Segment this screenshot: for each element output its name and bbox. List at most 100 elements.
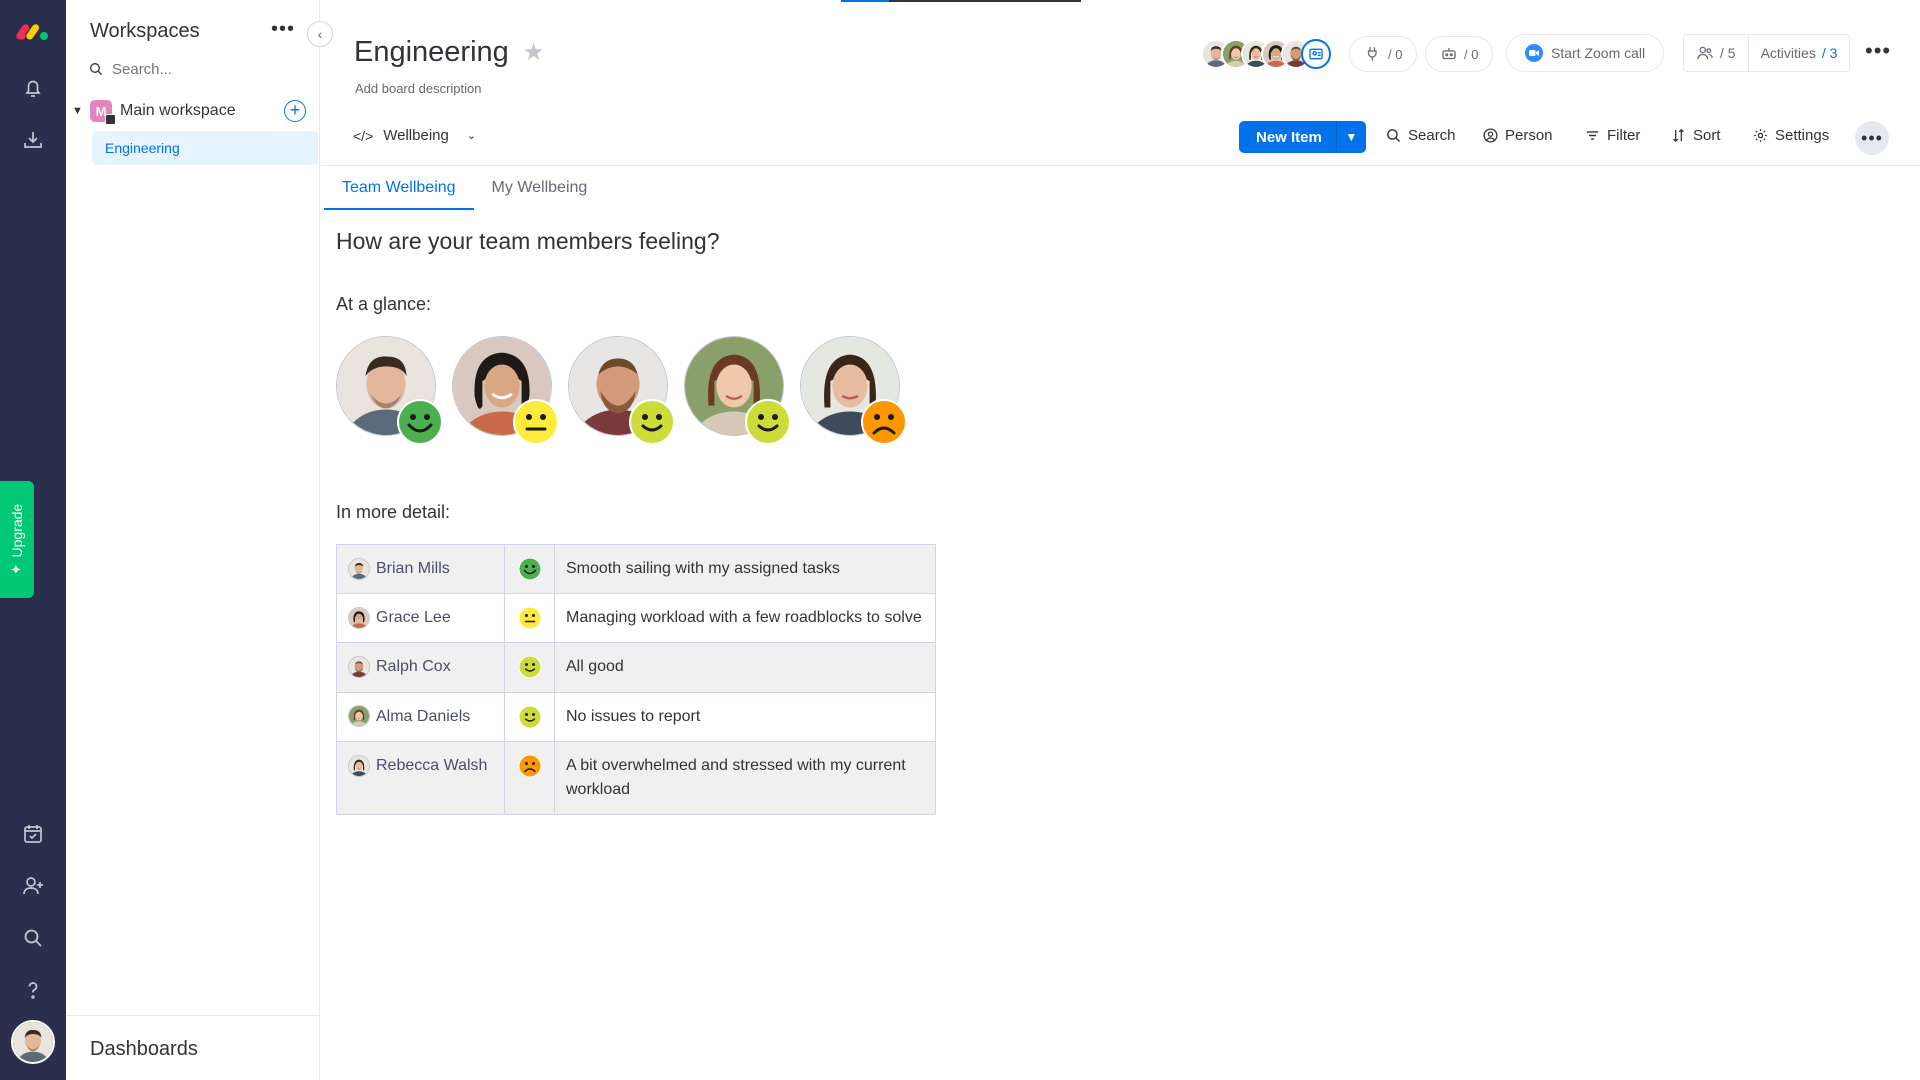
glance-member-alma-daniels[interactable] xyxy=(684,336,784,436)
my-work-calendar-icon[interactable] xyxy=(17,818,49,850)
person-cell[interactable]: Alma Daniels xyxy=(336,691,505,742)
invite-members-icon[interactable] xyxy=(17,870,49,902)
person-cell[interactable]: Ralph Cox xyxy=(336,642,505,693)
board-title-row: Engineering ★ xyxy=(354,36,544,69)
content-face-icon xyxy=(518,705,542,729)
person-name: Rebecca Walsh xyxy=(376,756,488,774)
help-icon[interactable] xyxy=(17,974,49,1006)
settings-button[interactable]: Settings xyxy=(1752,127,1829,144)
current-user-avatar[interactable] xyxy=(11,1020,55,1064)
mood-cell xyxy=(504,740,555,815)
person-cell[interactable]: Rebecca Walsh xyxy=(336,740,505,815)
board-item-engineering[interactable]: Engineering xyxy=(92,131,318,165)
notifications-bell-icon[interactable] xyxy=(17,72,49,104)
upgrade-button[interactable]: ✦ Upgrade xyxy=(0,481,34,598)
happy-face-icon xyxy=(518,557,542,581)
main-workspace-selector[interactable]: ▼ M Main workspace + xyxy=(72,98,312,125)
table-row: Rebecca Walsh A bit overwhelmed and stre… xyxy=(336,740,936,815)
activities-count: / 3 xyxy=(1821,45,1838,61)
at-a-glance-label: At a glance: xyxy=(336,294,432,314)
search-button[interactable]: Search xyxy=(1385,127,1456,144)
favorite-star-icon[interactable]: ★ xyxy=(523,38,545,67)
tab-team-wellbeing[interactable]: Team Wellbeing xyxy=(324,166,474,210)
zoom-camera-icon xyxy=(1525,44,1543,62)
start-zoom-call-button[interactable]: Start Zoom call xyxy=(1506,34,1665,72)
board-more-options-icon[interactable]: ••• xyxy=(1865,38,1891,64)
table-row: Grace Lee Managing workload with a few r… xyxy=(336,593,936,644)
integrations-count: / 0 xyxy=(1388,46,1403,62)
sparkle-icon: ✦ xyxy=(8,563,25,576)
members-count: / 5 xyxy=(1720,45,1736,61)
workspace-badge: M xyxy=(90,100,116,125)
monday-logo-icon[interactable] xyxy=(16,20,50,44)
sort-label: Sort xyxy=(1693,127,1721,144)
board-main: Engineering ★ Add board description / 0 … xyxy=(321,0,1920,1080)
workspace-options-icon[interactable]: ••• xyxy=(271,18,295,41)
message-cell: All good xyxy=(554,642,936,693)
new-item-label: New Item xyxy=(1256,128,1322,146)
toolbar-more-options-icon[interactable]: ••• xyxy=(1855,121,1889,155)
person-cell[interactable]: Grace Lee xyxy=(336,593,505,644)
filter-button[interactable]: Filter xyxy=(1584,127,1640,144)
table-row: Ralph Cox All good xyxy=(336,642,936,693)
sort-button[interactable]: Sort xyxy=(1670,127,1721,144)
person-name: Ralph Cox xyxy=(376,658,451,676)
left-rail: ✦ Upgrade xyxy=(0,0,66,1080)
members-activities-box[interactable]: / 5 Activities / 3 xyxy=(1683,34,1851,72)
avatar xyxy=(348,607,370,629)
search-label: Search xyxy=(1408,127,1456,144)
tab-my-wellbeing[interactable]: My Wellbeing xyxy=(474,166,606,210)
message-cell: Managing workload with a few roadblocks … xyxy=(554,593,936,644)
dashboards-section[interactable]: Dashboards xyxy=(66,1015,320,1080)
upgrade-label: Upgrade xyxy=(9,503,25,558)
person-circle-icon xyxy=(1483,128,1498,143)
sad-face-icon xyxy=(518,754,542,778)
automations-pill[interactable]: / 0 xyxy=(1425,36,1494,72)
code-embed-icon: </> xyxy=(353,127,374,144)
view-tabs: Team Wellbeing My Wellbeing xyxy=(324,166,605,210)
glance-member-grace-lee[interactable] xyxy=(452,336,552,436)
gear-icon xyxy=(1754,129,1767,142)
message-cell: No issues to report xyxy=(554,691,936,742)
content-face-icon xyxy=(518,655,542,679)
glance-member-ralph-cox[interactable] xyxy=(568,336,668,436)
neutral-face-icon xyxy=(512,398,560,446)
mood-cell xyxy=(504,642,555,693)
collapse-panel-chevron-left-icon[interactable]: ‹ xyxy=(307,21,333,47)
invite-members-icon[interactable] xyxy=(1301,39,1331,69)
content-face-icon xyxy=(744,398,792,446)
new-item-button[interactable]: New Item ▼ xyxy=(1239,121,1366,153)
search-icon[interactable] xyxy=(17,922,49,954)
dashboards-label: Dashboards xyxy=(90,1038,198,1060)
view-selector[interactable]: </> Wellbeing ⌄ xyxy=(353,127,476,144)
members-count-button[interactable]: / 5 xyxy=(1684,35,1748,71)
sad-face-icon xyxy=(860,398,908,446)
loading-strip xyxy=(841,0,1081,2)
workspace-name: Main workspace xyxy=(120,102,236,119)
workspace-search xyxy=(88,58,298,80)
person-filter-button[interactable]: Person xyxy=(1482,127,1553,144)
caret-down-icon[interactable]: ▼ xyxy=(72,105,86,117)
table-row: Alma Daniels No issues to report xyxy=(336,691,936,742)
person-cell[interactable]: Brian Mills xyxy=(336,543,505,595)
activities-button[interactable]: Activities / 3 xyxy=(1747,35,1850,71)
inbox-download-icon[interactable] xyxy=(17,124,49,156)
glance-member-brian-mills[interactable] xyxy=(336,336,436,436)
avatar xyxy=(348,656,370,679)
integrations-pill[interactable]: / 0 xyxy=(1349,36,1418,72)
message-cell: A bit overwhelmed and stressed with my c… xyxy=(554,740,936,815)
glance-member-rebecca-walsh[interactable] xyxy=(800,336,900,436)
board-members-avatars[interactable] xyxy=(1201,36,1331,72)
chevron-down-icon: ⌄ xyxy=(466,130,477,142)
automations-count: / 0 xyxy=(1464,46,1479,62)
board-description[interactable]: Add board description xyxy=(355,81,481,96)
avatar xyxy=(348,557,370,580)
board-title[interactable]: Engineering xyxy=(354,36,509,69)
workspace-search-input[interactable] xyxy=(112,60,282,78)
new-item-dropdown-chevron-icon[interactable]: ▼ xyxy=(1335,121,1366,153)
add-plus-icon[interactable]: + xyxy=(284,100,306,122)
sort-arrows-icon xyxy=(1673,128,1684,143)
mood-cell xyxy=(504,593,555,644)
search-icon xyxy=(90,63,103,76)
zoom-label: Start Zoom call xyxy=(1551,45,1646,61)
